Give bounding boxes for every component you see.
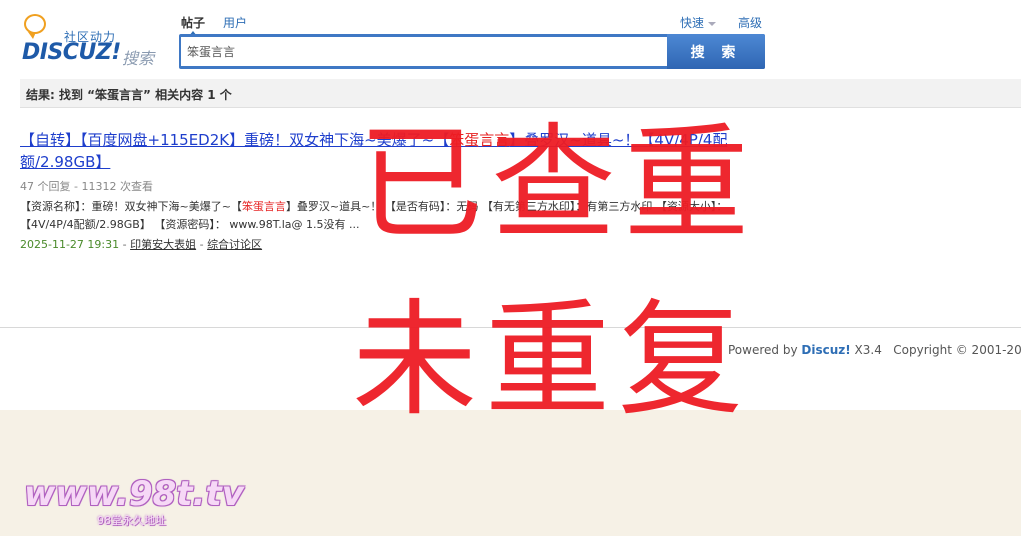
- page-footer: Powered by Discuz! X3.4 Copyright © 2001…: [728, 343, 1021, 357]
- result-date: 2025-11-27 19:31: [20, 238, 120, 251]
- watermark-url: www.98t.tv: [24, 474, 244, 514]
- logo-wordmark: DISCUZ!: [22, 40, 121, 65]
- tab-users[interactable]: 用户: [223, 14, 247, 31]
- snippet-text: 【资源名称】：重磅！双女神下海~美爆了~【: [20, 200, 242, 213]
- result-forum-link[interactable]: 综合讨论区: [207, 238, 262, 251]
- footer-copyright: Copyright © 2001-2021, Te: [893, 343, 1021, 357]
- result-summary: 结果: 找到 “笨蛋言言” 相关内容 1 个: [26, 88, 232, 102]
- separator: -: [119, 238, 131, 251]
- result-summary-bar: 结果: 找到 “笨蛋言言” 相关内容 1 个: [20, 79, 1021, 108]
- discuz-logo[interactable]: 社区动力 DISCUZ! 搜索: [18, 12, 168, 68]
- footer-brand-link[interactable]: Discuz!: [801, 343, 850, 357]
- header: 社区动力 DISCUZ! 搜索 帖子 用户 快速 高级 搜 索: [0, 0, 1021, 80]
- chevron-down-icon: [708, 21, 717, 26]
- speech-bubble-icon: [24, 14, 46, 39]
- search-input[interactable]: [181, 37, 667, 66]
- overlay-stamp-checked: 已查重: [358, 112, 757, 257]
- advanced-search-link[interactable]: 高级: [738, 14, 762, 31]
- tab-posts[interactable]: 帖子: [181, 14, 205, 36]
- separator: -: [196, 238, 208, 251]
- search-button[interactable]: 搜 索: [667, 34, 765, 69]
- search-form: 搜 索: [179, 34, 765, 69]
- quick-search-dropdown[interactable]: 快速: [680, 14, 717, 31]
- logo-search-text: 搜索: [122, 49, 155, 68]
- result-author-link[interactable]: 印第安大表姐: [130, 238, 196, 251]
- footer-version: X3.4: [850, 343, 882, 357]
- quick-search-label: 快速: [680, 16, 705, 30]
- watermark-subtitle: 98堂永久地址: [97, 514, 166, 527]
- snippet-highlight: 笨蛋言言: [241, 200, 286, 213]
- overlay-stamp-not-duplicate: 未重复: [352, 288, 751, 433]
